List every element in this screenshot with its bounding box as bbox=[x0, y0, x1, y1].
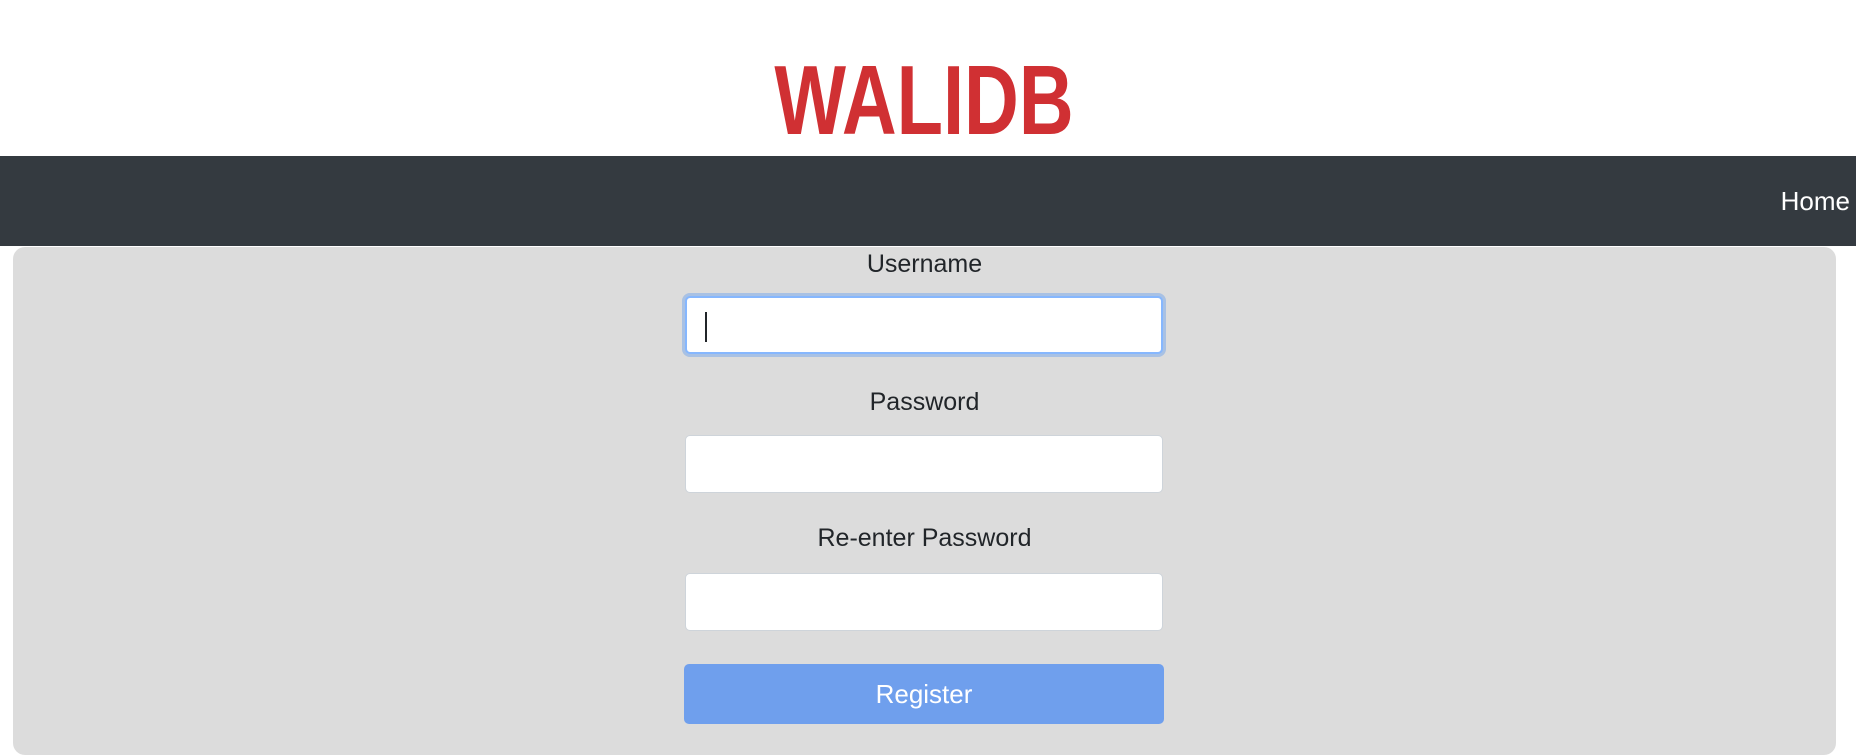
logo-text: WALIDB bbox=[774, 46, 1073, 140]
username-label: Username bbox=[866, 250, 983, 278]
password-input[interactable] bbox=[685, 435, 1163, 493]
username-input[interactable] bbox=[685, 296, 1163, 354]
reenter-password-input[interactable] bbox=[685, 573, 1163, 631]
register-form-panel: Username Password Re-enter Password Regi… bbox=[13, 247, 1836, 755]
logo-header: WALIDB bbox=[0, 0, 1856, 156]
password-label: Password bbox=[869, 388, 980, 416]
register-button[interactable]: Register bbox=[684, 664, 1164, 724]
reenter-password-label: Re-enter Password bbox=[817, 524, 1032, 552]
top-navbar: Home bbox=[0, 156, 1856, 246]
walidb-logo: WALIDB bbox=[774, 46, 1073, 140]
nav-home-link[interactable]: Home bbox=[1781, 156, 1850, 246]
text-caret bbox=[705, 312, 707, 342]
